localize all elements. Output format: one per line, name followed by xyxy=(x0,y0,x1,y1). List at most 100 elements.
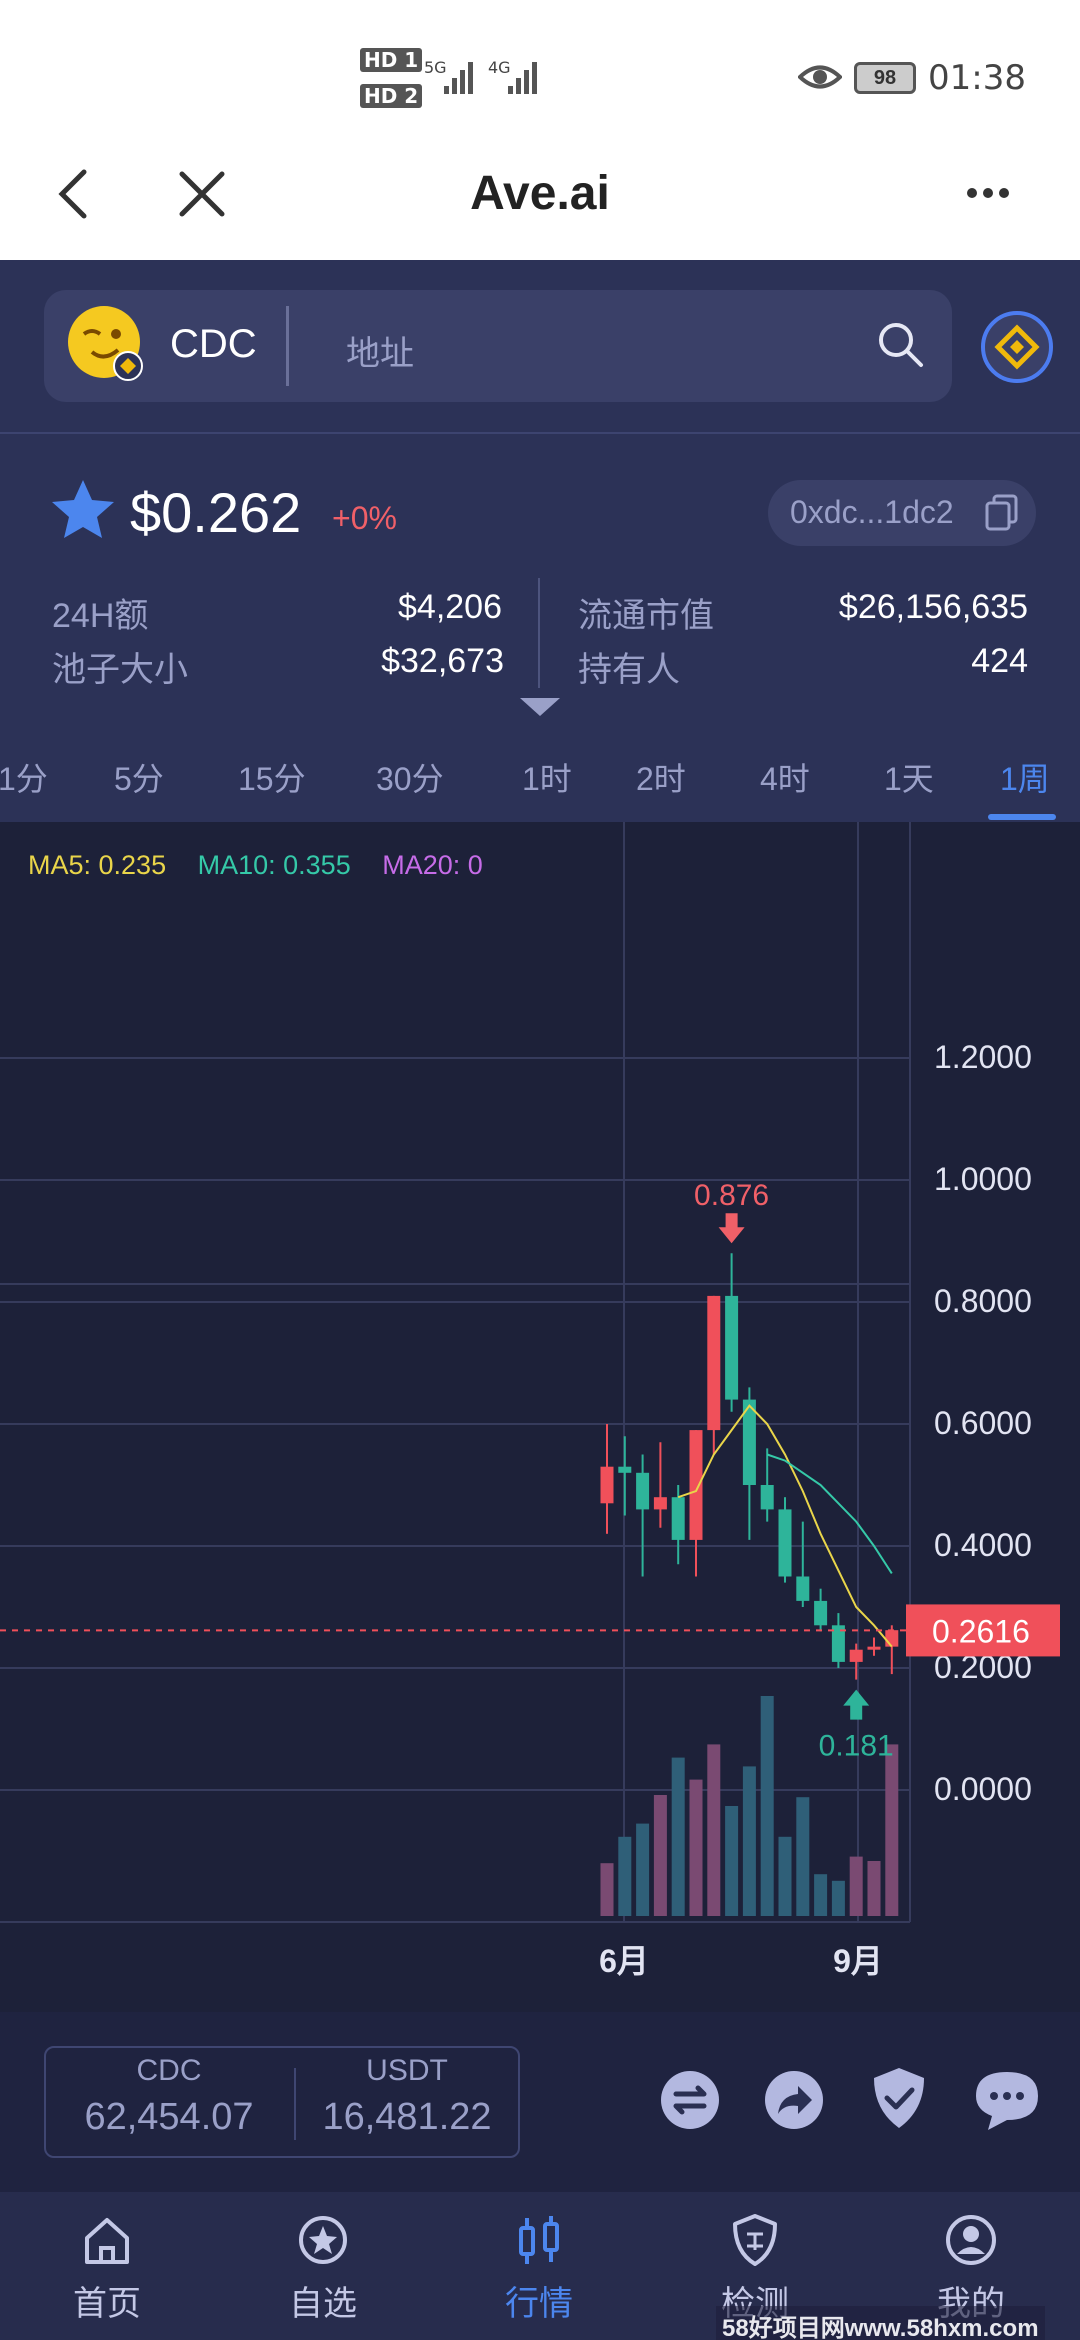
y-tick-label: 0.0000 xyxy=(934,1771,1032,1807)
stats-divider xyxy=(538,578,540,688)
candle-body xyxy=(778,1509,792,1577)
candle-body xyxy=(707,1295,721,1431)
volume-bar xyxy=(618,1836,632,1916)
volume-bar xyxy=(814,1874,828,1916)
contract-address-button[interactable]: 0xdc...1dc2 xyxy=(768,480,1036,546)
current-price-label: 0.2616 xyxy=(932,1613,1030,1649)
volume-bar xyxy=(849,1856,863,1916)
tab-1h[interactable]: 1时 xyxy=(522,754,572,800)
candle-body xyxy=(885,1630,899,1647)
contract-address: 0xdc...1dc2 xyxy=(790,494,954,530)
high-arrow-icon xyxy=(718,1213,745,1244)
volume-bar xyxy=(778,1836,792,1916)
candle-body xyxy=(725,1295,739,1400)
candlestick-chart[interactable]: 1.20001.00000.80000.60000.40000.20000.00… xyxy=(0,822,1080,2012)
chat-icon[interactable] xyxy=(974,2068,1040,2132)
signal-icon-1 xyxy=(444,62,473,94)
copy-icon[interactable] xyxy=(984,494,1020,532)
sim1-badge: HD 1 xyxy=(360,48,423,72)
more-icon[interactable] xyxy=(964,178,1012,208)
candle-body xyxy=(618,1466,632,1473)
volume-bar xyxy=(671,1757,685,1916)
search-divider xyxy=(286,306,289,386)
candle-body xyxy=(814,1600,828,1626)
clock: 01:38 xyxy=(928,58,1026,98)
tab-4h[interactable]: 4时 xyxy=(760,754,810,800)
price-change: +0% xyxy=(332,500,397,536)
user-icon xyxy=(946,2215,996,2265)
search-input[interactable]: 地址 xyxy=(346,326,414,375)
base-token-label: CDC xyxy=(136,2054,202,2087)
battery-level: 98 xyxy=(873,67,897,89)
nav-market[interactable]: 行情 xyxy=(464,2192,614,2325)
tab-1m[interactable]: 1分 xyxy=(0,754,48,800)
high-price-label: 0.876 xyxy=(694,1179,769,1212)
candle-body xyxy=(653,1497,667,1510)
watermark: 58好项目网www.58hxm.com xyxy=(716,2306,1045,2340)
token-price: $0.262 xyxy=(130,481,302,544)
watchlist-star-icon xyxy=(299,2216,347,2264)
volume-bar xyxy=(885,1744,899,1916)
back-icon[interactable] xyxy=(52,166,92,222)
low-arrow-icon xyxy=(843,1689,870,1720)
volume-bar xyxy=(689,1779,703,1916)
candle-body xyxy=(796,1576,810,1601)
swap-icon[interactable] xyxy=(660,2070,720,2130)
base-token-balance: 62,454.07 xyxy=(84,2096,254,2138)
volume-bar xyxy=(600,1863,614,1916)
nav-home-label: 首页 xyxy=(73,2285,141,2323)
tab-2h[interactable]: 2时 xyxy=(636,754,686,800)
candle-body xyxy=(689,1430,703,1540)
sim2-badge: HD 2 xyxy=(360,84,423,108)
balance-box: CDC 62,454.07 USDT 16,481.22 xyxy=(44,2046,520,2158)
tab-5m[interactable]: 5分 xyxy=(114,754,164,800)
active-tab-indicator xyxy=(988,814,1056,820)
chain-bnb-icon[interactable] xyxy=(980,310,1054,384)
volume-bar xyxy=(796,1797,810,1916)
nav-watchlist-label: 自选 xyxy=(289,2285,357,2323)
y-tick-label: 1.2000 xyxy=(934,1039,1032,1075)
low-price-label: 0.181 xyxy=(819,1730,894,1763)
x-tick-label: 9月 xyxy=(833,1943,883,1979)
candle-body xyxy=(867,1646,881,1650)
tab-1d[interactable]: 1天 xyxy=(884,754,934,800)
volume-bar xyxy=(760,1696,774,1916)
interval-tabs: 1分 5分 15分 30分 1时 2时 4时 1天 1周 xyxy=(0,732,1080,822)
battery-icon: 98 xyxy=(854,62,916,94)
y-tick-label: 0.8000 xyxy=(934,1283,1032,1319)
volume-bar xyxy=(831,1880,845,1916)
volume-bar xyxy=(653,1795,667,1916)
y-tick-label: 0.4000 xyxy=(934,1527,1032,1563)
search-icon[interactable] xyxy=(876,320,926,370)
nav-watchlist[interactable]: 自选 xyxy=(248,2192,398,2325)
candle-body xyxy=(760,1485,774,1510)
candle-body xyxy=(849,1649,863,1662)
volume-bar xyxy=(707,1744,721,1916)
candle-body xyxy=(600,1466,614,1504)
nav-market-label: 行情 xyxy=(505,2285,573,2323)
nav-home[interactable]: 首页 xyxy=(32,2192,182,2325)
page-title: Ave.ai xyxy=(470,167,610,220)
volume-bar xyxy=(742,1766,756,1916)
volume-value: $4,206 xyxy=(398,588,502,626)
share-icon[interactable] xyxy=(764,2070,824,2130)
volume-bar xyxy=(867,1861,881,1916)
status-bar: HD 1 HD 2 5G 4G 98 01:38 xyxy=(0,0,1080,160)
shield-check-icon[interactable] xyxy=(872,2066,926,2130)
candle-body xyxy=(671,1497,685,1540)
volume-label: 24H额 xyxy=(52,597,149,635)
signal-icon-2 xyxy=(508,62,537,94)
candle-body xyxy=(636,1472,650,1510)
tab-15m[interactable]: 15分 xyxy=(238,754,306,800)
close-icon[interactable] xyxy=(176,168,228,220)
candles-icon xyxy=(519,2216,559,2264)
star-icon[interactable] xyxy=(50,478,116,540)
market-cap-label: 流通市值 xyxy=(578,597,714,635)
tab-30m[interactable]: 30分 xyxy=(376,754,444,800)
tab-1w[interactable]: 1周 xyxy=(1000,754,1050,800)
shield-icon xyxy=(733,2214,777,2266)
volume-bar xyxy=(636,1823,650,1916)
quote-token-balance: 16,481.22 xyxy=(322,2096,492,2138)
expand-arrow-icon[interactable] xyxy=(518,696,562,718)
quote-token-label: USDT xyxy=(366,2054,448,2087)
